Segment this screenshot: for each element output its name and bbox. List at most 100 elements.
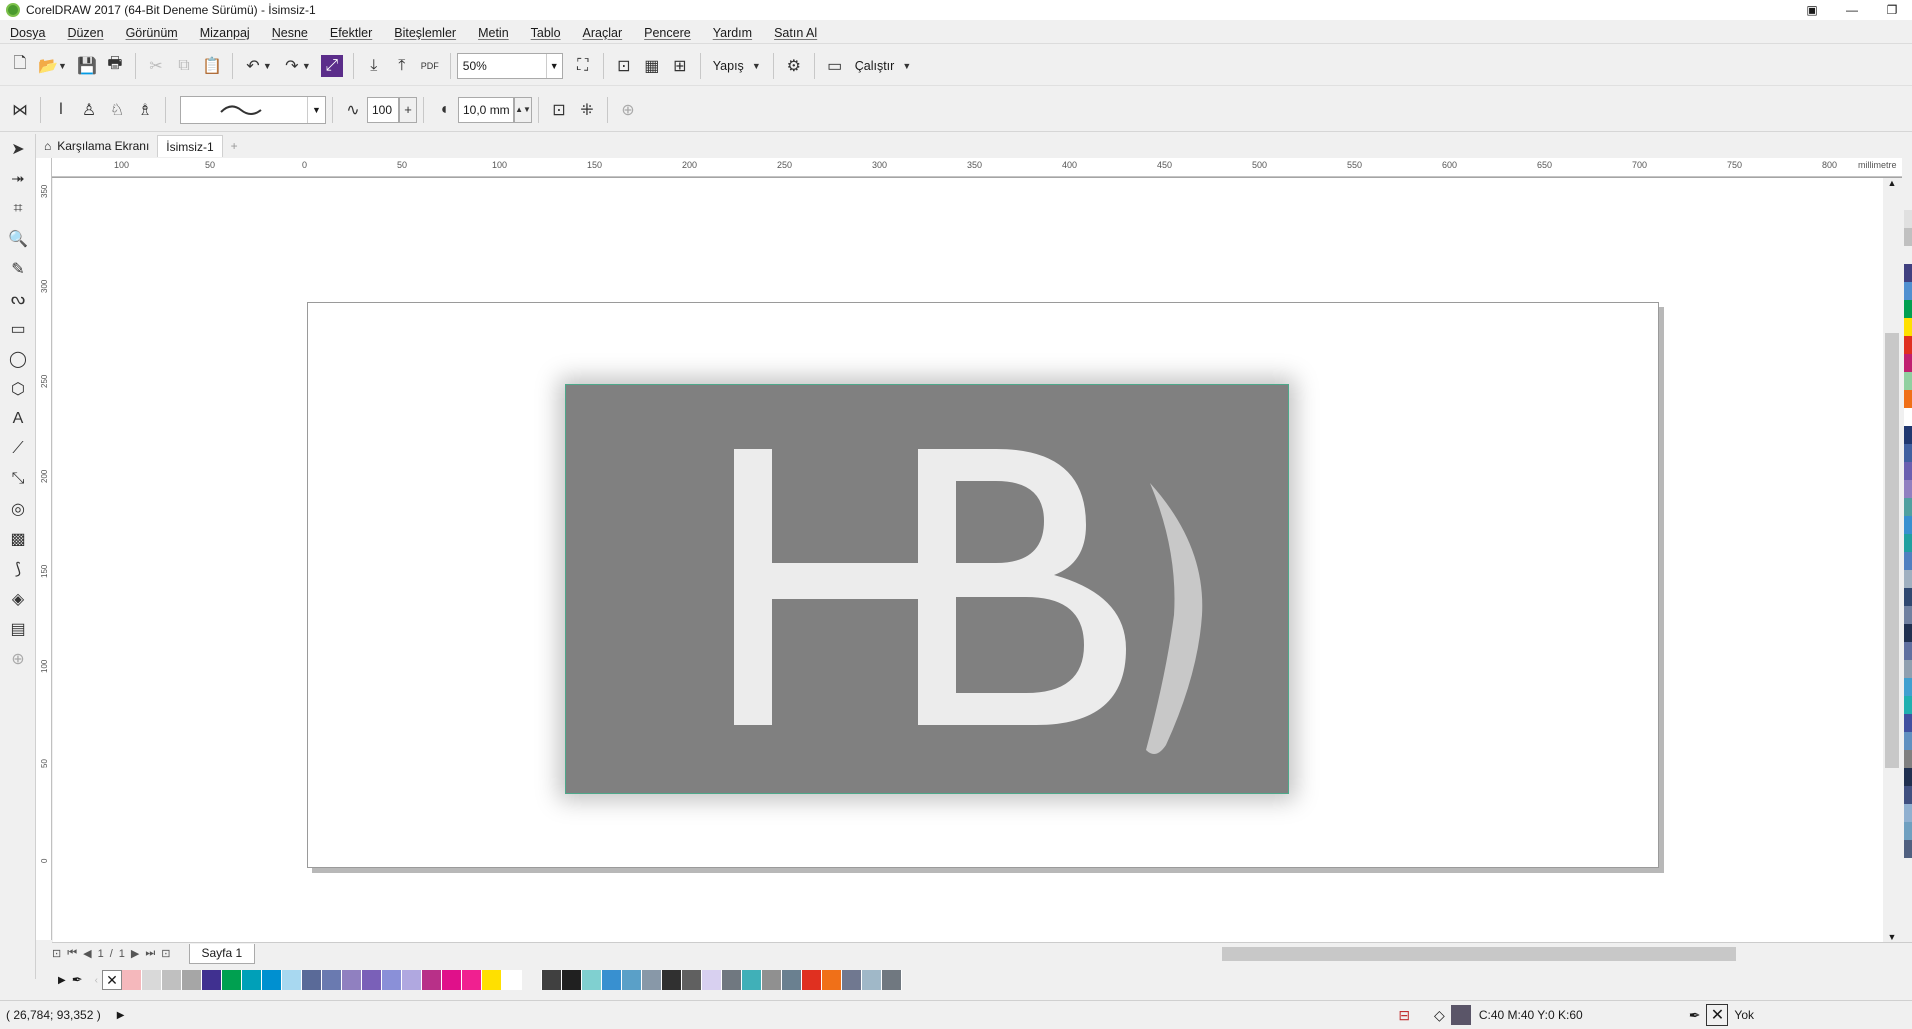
previous-page-icon[interactable]: ◀ <box>83 947 91 960</box>
sprayer-icon[interactable]: ♘ <box>103 96 131 124</box>
color-swatch[interactable] <box>1904 678 1912 696</box>
color-swatch[interactable] <box>361 970 382 990</box>
menu-edit[interactable]: Düzen <box>67 26 103 40</box>
color-swatch[interactable] <box>481 970 502 990</box>
zoom-level-select[interactable]: 50% ▼ <box>456 52 563 79</box>
color-swatch[interactable] <box>381 970 402 990</box>
color-swatch[interactable] <box>521 970 542 990</box>
chevron-down-icon[interactable]: ▼ <box>58 61 67 71</box>
tab-welcome-screen[interactable]: ⌂ Karşılama Ekranı <box>36 135 157 157</box>
color-swatch[interactable] <box>321 970 342 990</box>
color-swatch[interactable] <box>261 970 282 990</box>
menu-text[interactable]: Metin <box>478 26 509 40</box>
chevron-down-icon[interactable]: ▼ <box>263 61 272 71</box>
vertical-scrollbar[interactable]: ▲ ▼ <box>1883 178 1901 942</box>
scale-with-object-icon[interactable]: ⊡ <box>545 96 573 124</box>
color-swatch[interactable] <box>1904 390 1912 408</box>
color-swatch[interactable] <box>581 970 602 990</box>
color-swatch[interactable] <box>1904 354 1912 372</box>
import-icon[interactable]: ⤓ <box>360 52 388 80</box>
save-icon[interactable]: 💾 <box>73 52 101 80</box>
copy-icon[interactable]: ⧉ <box>170 52 198 80</box>
outline-pen-icon[interactable]: ✒ <box>1689 1007 1701 1024</box>
color-swatch[interactable] <box>781 970 802 990</box>
last-page-icon[interactable]: ⏭ <box>145 947 155 960</box>
print-icon[interactable]: 🖶 <box>101 52 129 80</box>
calligraphic-icon[interactable]: ♗ <box>131 96 159 124</box>
smoothing-input[interactable]: 100 <box>367 96 399 123</box>
chevron-down-icon[interactable]: ▼ <box>752 61 761 71</box>
color-swatch[interactable] <box>1904 318 1912 336</box>
color-swatch[interactable] <box>1904 714 1912 732</box>
color-swatch[interactable] <box>1904 264 1912 282</box>
color-swatch[interactable] <box>841 970 862 990</box>
page-tab[interactable]: Sayfa 1 <box>188 943 256 964</box>
status-expand-icon[interactable]: ▶ <box>117 1010 125 1021</box>
insert-page-before-icon[interactable]: ⊡ <box>52 947 61 960</box>
color-swatch[interactable] <box>441 970 462 990</box>
color-swatch[interactable] <box>861 970 882 990</box>
color-swatch[interactable] <box>1904 462 1912 480</box>
color-swatch[interactable] <box>201 970 222 990</box>
tab-document[interactable]: İsimsiz-1 <box>157 135 223 157</box>
color-proof-icon[interactable]: ⊟ <box>1398 1007 1410 1024</box>
menu-file[interactable]: Dosya <box>10 26 45 40</box>
menu-help[interactable]: Yardım <box>713 26 752 40</box>
color-swatch[interactable] <box>1904 642 1912 660</box>
color-swatch[interactable] <box>301 970 322 990</box>
next-page-icon[interactable]: ▶ <box>131 947 139 960</box>
color-swatch[interactable] <box>1904 768 1912 786</box>
color-swatch[interactable] <box>701 970 722 990</box>
interactive-fill-tool-icon[interactable]: ◈ <box>0 584 36 614</box>
eyedropper-icon[interactable]: ✒ <box>72 972 83 988</box>
crop-tool-icon[interactable]: ⌗ <box>0 194 36 224</box>
color-swatch[interactable] <box>1904 534 1912 552</box>
menu-bitmaps[interactable]: Biteşlemler <box>394 26 456 40</box>
color-swatch[interactable] <box>1904 750 1912 768</box>
new-document-icon[interactable]: 🗋 <box>6 52 34 80</box>
menu-layout[interactable]: Mizanpaj <box>200 26 250 40</box>
color-swatch[interactable] <box>881 970 902 990</box>
color-swatch[interactable] <box>1904 552 1912 570</box>
fill-color-swatch[interactable] <box>1450 1005 1471 1025</box>
pdf-export-icon[interactable]: PDF <box>416 52 444 80</box>
color-swatch[interactable] <box>341 970 362 990</box>
color-swatch[interactable] <box>1904 570 1912 588</box>
color-swatch[interactable] <box>1904 840 1912 858</box>
color-swatch[interactable] <box>1904 480 1912 498</box>
color-swatch[interactable] <box>1904 228 1912 246</box>
color-swatch[interactable] <box>541 970 562 990</box>
vertical-ruler[interactable]: 350 300 250 200 150 100 50 0 <box>36 158 52 940</box>
shape-tool-icon[interactable]: ⯮ <box>0 164 36 194</box>
color-swatch[interactable] <box>461 970 482 990</box>
color-swatch[interactable] <box>421 970 442 990</box>
ellipse-tool-icon[interactable]: ◯ <box>0 344 36 374</box>
show-guidelines-icon[interactable]: ⊞ <box>666 52 694 80</box>
full-screen-icon[interactable]: ⛶ <box>569 52 597 80</box>
color-swatch[interactable] <box>1904 822 1912 840</box>
color-swatch[interactable] <box>821 970 842 990</box>
color-swatch[interactable] <box>721 970 742 990</box>
color-swatch[interactable] <box>501 970 522 990</box>
color-swatch[interactable] <box>661 970 682 990</box>
color-swatch[interactable] <box>141 970 162 990</box>
vertical-scroll-thumb[interactable] <box>1885 333 1899 768</box>
color-swatch[interactable] <box>1904 282 1912 300</box>
account-icon[interactable]: ▣ <box>1792 0 1832 20</box>
no-outline-swatch-icon[interactable]: ✕ <box>1706 1004 1729 1026</box>
menu-table[interactable]: Tablo <box>531 26 561 40</box>
color-swatch[interactable] <box>1904 516 1912 534</box>
color-swatch[interactable] <box>1904 732 1912 750</box>
cut-icon[interactable]: ✂ <box>142 52 170 80</box>
paste-icon[interactable]: 📋 <box>198 52 226 80</box>
color-swatch[interactable] <box>1904 210 1912 228</box>
add-icon[interactable]: ⊕ <box>614 96 642 124</box>
color-swatch[interactable] <box>1904 426 1912 444</box>
logo-rectangle[interactable] <box>565 384 1289 794</box>
chevron-down-icon[interactable]: ▼ <box>902 61 911 71</box>
menu-tools[interactable]: Araçlar <box>583 26 623 40</box>
palette-menu-icon[interactable]: ▶ <box>58 975 66 986</box>
brush-stroke-select[interactable]: ▼ <box>180 95 326 124</box>
color-swatch[interactable] <box>1904 606 1912 624</box>
freehand-tool-icon[interactable]: ✎ <box>0 254 36 284</box>
